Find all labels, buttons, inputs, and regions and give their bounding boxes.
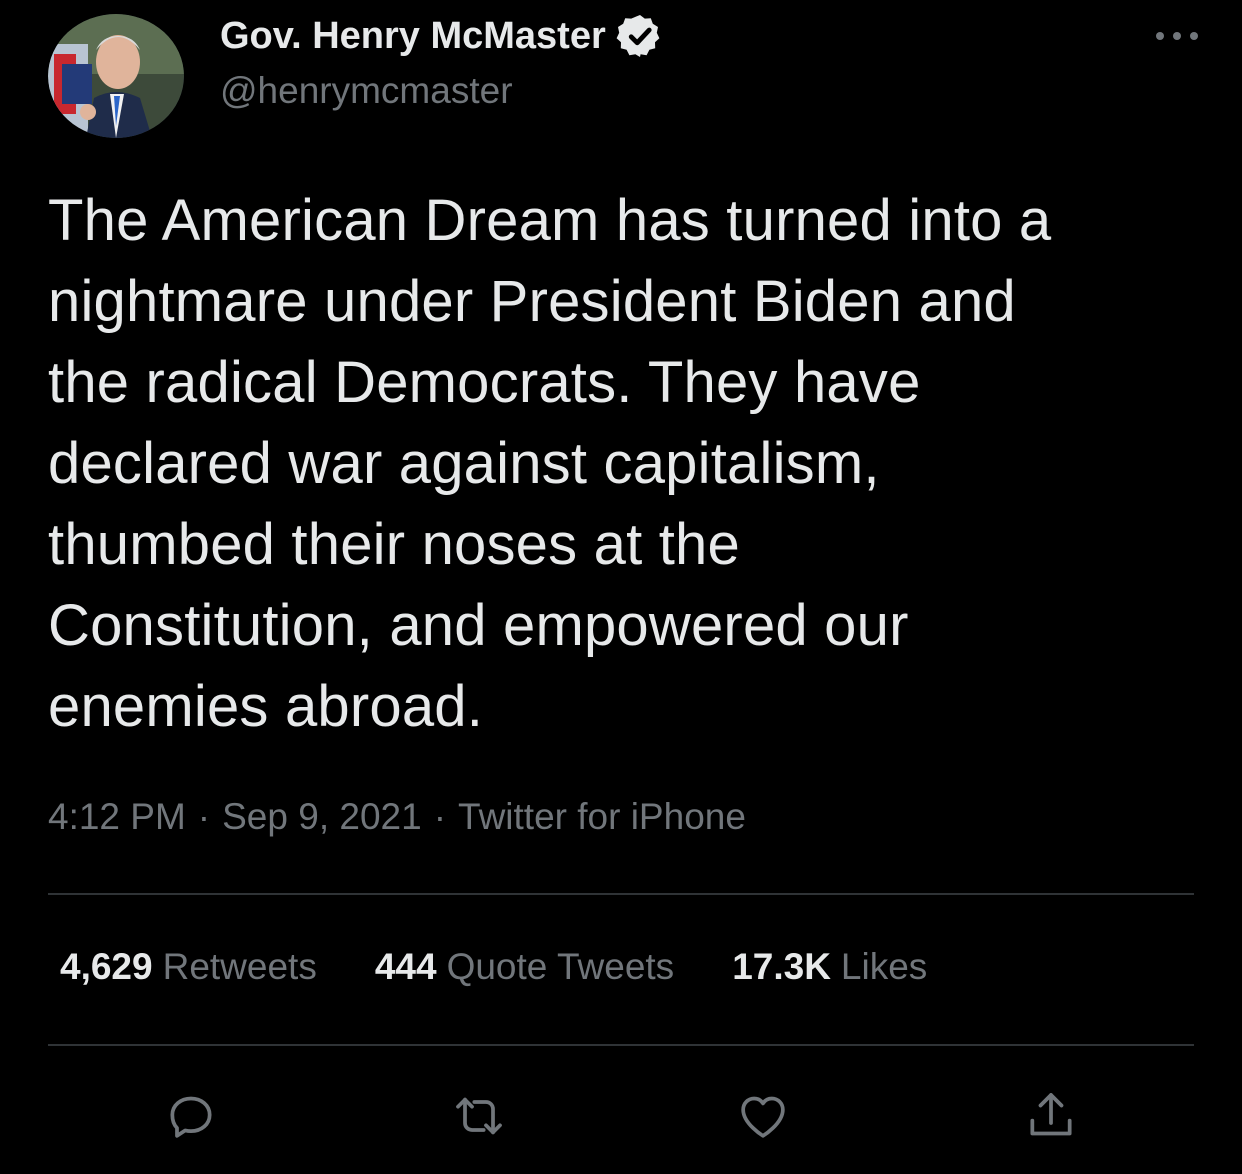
action-bar <box>0 1086 1242 1146</box>
retweets-label: Retweets <box>162 946 317 987</box>
more-icon[interactable] <box>1152 26 1202 46</box>
retweets-count: 4,629 <box>60 946 153 987</box>
retweet-icon[interactable] <box>449 1086 509 1146</box>
tweet-text-line: nightmare under President Biden and <box>48 269 1016 334</box>
tweet-text-line: declared war against capitalism, <box>48 431 880 496</box>
tweet-time[interactable]: 4:12 PM <box>48 796 186 837</box>
tweet-date[interactable]: Sep 9, 2021 <box>222 796 422 837</box>
quote-tweets-stat[interactable]: 444 Quote Tweets <box>375 946 674 988</box>
display-name[interactable]: Gov. Henry McMaster <box>220 15 606 58</box>
likes-stat[interactable]: 17.3K Likes <box>732 946 927 988</box>
meta-separator: · <box>197 796 211 837</box>
tweet-text-line: enemies abroad. <box>48 674 484 739</box>
divider <box>48 893 1194 895</box>
quote-tweets-count: 444 <box>374 946 437 987</box>
verified-badge-icon <box>616 12 664 60</box>
tweet-meta: 4:12 PM · Sep 9, 2021 · Twitter for iPhone <box>48 796 746 838</box>
tweet-header: Gov. Henry McMaster @henrymcmaster <box>48 14 1202 138</box>
likes-label: Likes <box>840 946 928 987</box>
tweet-text-line: the radical Democrats. They have <box>48 350 921 415</box>
avatar[interactable] <box>48 14 184 138</box>
quote-tweets-label: Quote Tweets <box>446 946 675 987</box>
reply-icon[interactable] <box>161 1086 221 1146</box>
heart-icon[interactable] <box>733 1086 793 1146</box>
likes-count: 17.3K <box>732 946 831 987</box>
share-icon[interactable] <box>1021 1086 1081 1146</box>
tweet-text: The American Dream has turned into a nig… <box>48 180 1208 747</box>
tweet-text-line: The American Dream has turned into a <box>48 188 1052 253</box>
retweets-stat[interactable]: 4,629 Retweets <box>60 946 317 988</box>
tweet-source[interactable]: Twitter for iPhone <box>458 796 746 837</box>
tweet-stats: 4,629 Retweets 444 Quote Tweets 17.3K Likes <box>60 946 985 988</box>
tweet-text-line: Constitution, and empowered our <box>48 593 909 658</box>
display-name-row: Gov. Henry McMaster <box>220 14 664 58</box>
tweet-text-line: thumbed their noses at the <box>48 512 740 577</box>
divider <box>48 1044 1194 1046</box>
avatar-photo <box>48 14 184 138</box>
author-identity[interactable]: Gov. Henry McMaster @henrymcmaster <box>220 14 664 112</box>
author-handle[interactable]: @henrymcmaster <box>220 70 664 112</box>
meta-separator: · <box>433 796 447 837</box>
